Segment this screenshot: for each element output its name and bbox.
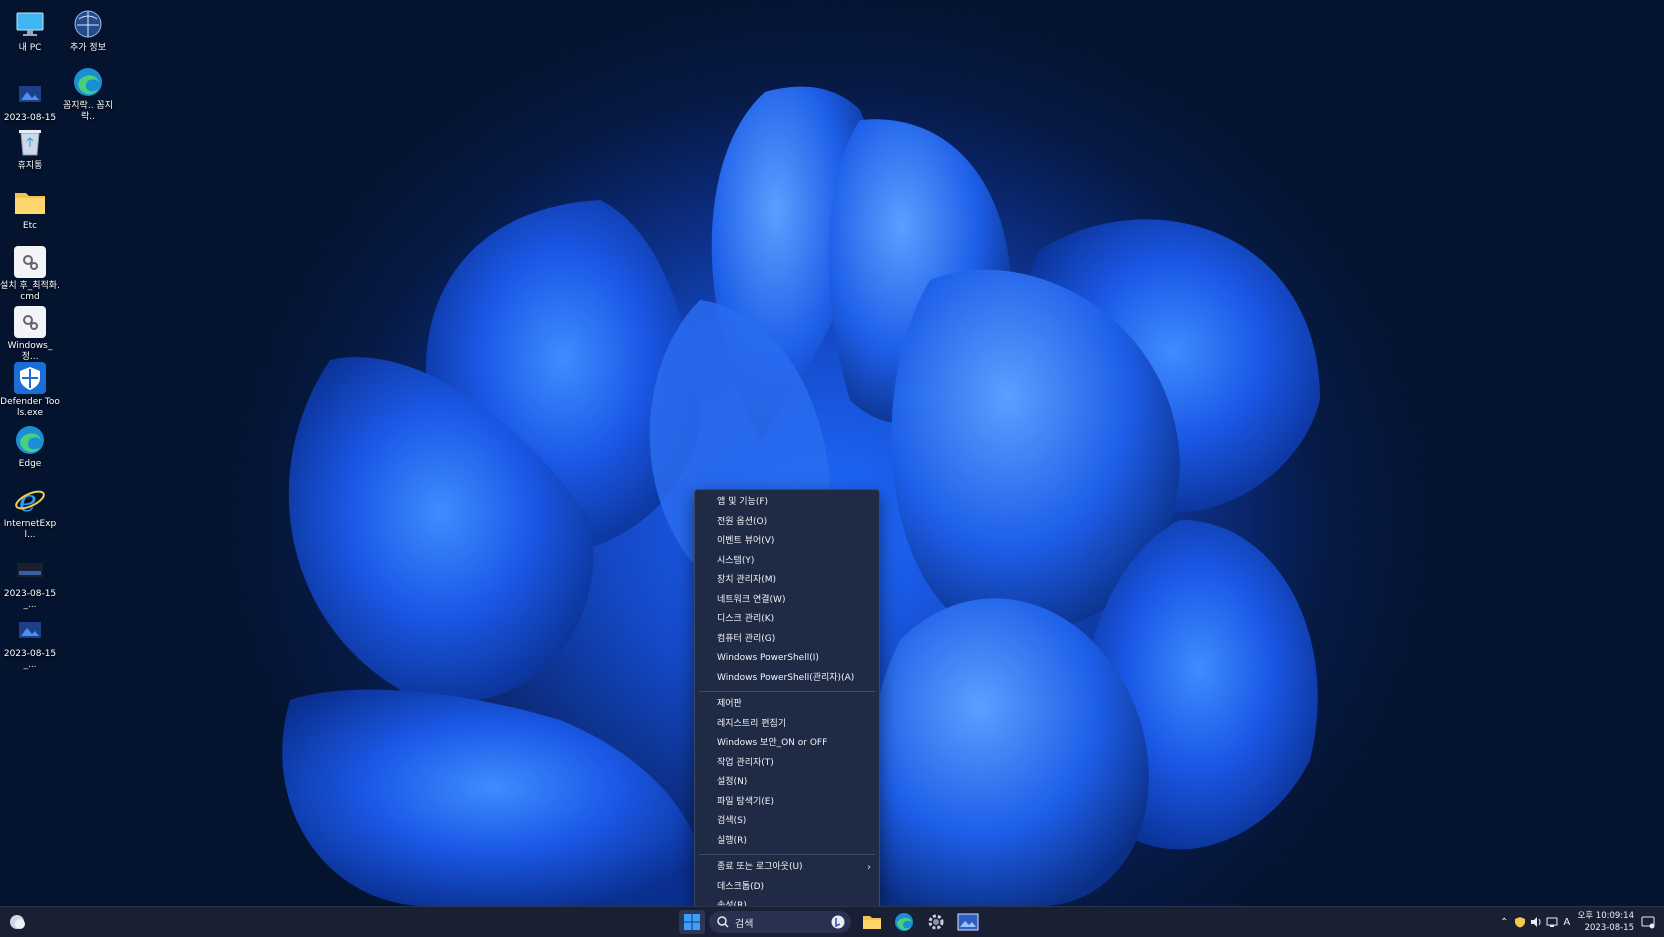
weather-icon (10, 915, 25, 929)
taskbar: 검색 ⌃ A 오후 10:09:14 2023-08-15 (0, 906, 1664, 937)
menu-computer-management[interactable]: 컴퓨터 관리(G) (695, 630, 879, 650)
desktop-icon-label: 2023-08-15_... (3, 649, 57, 670)
windows-logo-icon (684, 914, 700, 930)
desktop-icon-my-pc[interactable]: 내 PC (0, 4, 60, 54)
desktop-icon-screenshot-3[interactable]: 2023-08-15_... (0, 610, 60, 671)
menu-search[interactable]: 검색(S) (695, 812, 879, 832)
recycle-bin-icon (14, 126, 46, 158)
system-tray: ⌃ A (1500, 907, 1570, 937)
image-viewer-icon (957, 913, 979, 931)
cmd-gear-icon (14, 306, 46, 338)
image-file-icon (14, 78, 46, 110)
menu-shutdown-signout[interactable]: 종료 또는 로그아웃(U) › (695, 858, 879, 878)
folder-icon (14, 186, 46, 218)
image-file-icon (14, 614, 46, 646)
desktop-icon-label: InternetExpl... (3, 519, 57, 540)
menu-task-manager[interactable]: 작업 관리자(T) (695, 754, 879, 774)
monitor-icon (14, 8, 46, 40)
ime-indicator[interactable]: A (1563, 917, 1570, 928)
desktop-icon-label: 꼼지락.. 꼼지락.. (63, 101, 113, 122)
taskbar-clock[interactable]: 오후 10:09:14 2023-08-15 (1577, 910, 1634, 934)
menu-desktop[interactable]: 데스크톱(D) (695, 878, 879, 898)
desktop-icon-label: Etc (22, 221, 38, 231)
menu-separator (699, 854, 875, 855)
desktop-icon-edge[interactable]: Edge (0, 420, 60, 470)
network-icon[interactable] (1546, 916, 1558, 928)
folder-icon (863, 916, 881, 929)
cmd-gear-icon (14, 246, 46, 278)
desktop-icon-edge-shortcut[interactable]: 꼼지락.. 꼼지락.. (58, 62, 118, 123)
desktop-icon-label: 휴지통 (17, 161, 43, 171)
menu-power-options[interactable]: 전원 옵션(O) (695, 513, 879, 533)
taskbar-search[interactable]: 검색 (709, 911, 851, 933)
winx-context-menu: 앱 및 기능(F) 전원 옵션(O) 이벤트 뷰어(V) 시스템(Y) 장치 관… (694, 489, 880, 912)
chevron-right-icon: › (867, 862, 871, 873)
taskbar-edge[interactable] (891, 910, 917, 934)
menu-windows-security-toggle[interactable]: Windows 보안_ON or OFF (695, 734, 879, 754)
desktop-icon-label: Defender Tools.exe (0, 397, 60, 418)
desktop-icon-label: 내 PC (18, 43, 42, 53)
start-button[interactable] (679, 910, 705, 934)
desktop-icon-label: 설치 후_최적화.cmd (0, 281, 60, 302)
chevron-up-icon[interactable]: ⌃ (1500, 917, 1508, 928)
menu-file-explorer[interactable]: 파일 탐색기(E) (695, 793, 879, 813)
menu-shutdown-label: 종료 또는 로그아웃(U) (717, 862, 803, 872)
menu-apps-features[interactable]: 앱 및 기능(F) (695, 493, 879, 513)
desktop-icon-internet-explorer[interactable]: e InternetExpl... (0, 480, 60, 541)
edge-icon (72, 66, 104, 98)
desktop-icon-etc-folder[interactable]: Etc (0, 182, 60, 232)
bing-icon (831, 915, 845, 929)
menu-device-manager[interactable]: 장치 관리자(M) (695, 571, 879, 591)
clock-date: 2023-08-15 (1584, 923, 1634, 933)
edge-icon (895, 913, 913, 931)
menu-disk-management[interactable]: 디스크 관리(K) (695, 610, 879, 630)
desktop-icon-label: 추가 정보 (70, 43, 106, 53)
clock-time: 오후 10:09:14 (1577, 911, 1634, 921)
desktop-icon-recycle-bin[interactable]: 휴지통 (0, 122, 60, 172)
desktop-icon-windows-cmd[interactable]: Windows_정... (0, 302, 60, 363)
menu-system[interactable]: 시스템(Y) (695, 552, 879, 572)
menu-registry-editor[interactable]: 레지스트리 편집기 (695, 715, 879, 735)
image-file-icon (14, 554, 46, 586)
menu-separator (699, 691, 875, 692)
desktop-icon-extra-info[interactable]: 추가 정보 (58, 4, 118, 54)
menu-event-viewer[interactable]: 이벤트 뷰어(V) (695, 532, 879, 552)
taskbar-file-explorer[interactable] (859, 910, 885, 934)
desktop-icon-label: Edge (18, 459, 42, 469)
desktop-icon-optimize-cmd[interactable]: 설치 후_최적화.cmd (0, 242, 60, 303)
gear-icon (928, 914, 944, 930)
desktop-icon-defender-tools[interactable]: Defender Tools.exe (0, 358, 60, 419)
edge-icon (14, 424, 46, 456)
desktop-icon-label: 2023-08-15_... (3, 589, 57, 610)
notification-button[interactable] (1636, 910, 1660, 934)
speaker-icon[interactable] (1530, 916, 1542, 928)
info-globe-icon (72, 8, 104, 40)
desktop-icon-screenshot-2[interactable]: 2023-08-15_... (0, 550, 60, 611)
menu-control-panel[interactable]: 제어판 (695, 695, 879, 715)
menu-powershell[interactable]: Windows PowerShell(I) (695, 649, 879, 669)
menu-network-connections[interactable]: 네트워크 연결(W) (695, 591, 879, 611)
widgets-button[interactable] (4, 910, 30, 934)
notification-icon (1641, 916, 1655, 929)
menu-settings[interactable]: 설정(N) (695, 773, 879, 793)
menu-run[interactable]: 실행(R) (695, 832, 879, 852)
internet-explorer-icon: e (14, 484, 46, 516)
taskbar-app[interactable] (955, 910, 981, 934)
shield-icon (14, 362, 46, 394)
search-placeholder: 검색 (735, 918, 754, 930)
defender-tray-icon[interactable] (1514, 916, 1526, 928)
svg-text:e: e (19, 484, 37, 516)
search-icon (717, 916, 729, 928)
taskbar-settings[interactable] (923, 910, 949, 934)
menu-powershell-admin[interactable]: Windows PowerShell(관리자)(A) (695, 669, 879, 689)
